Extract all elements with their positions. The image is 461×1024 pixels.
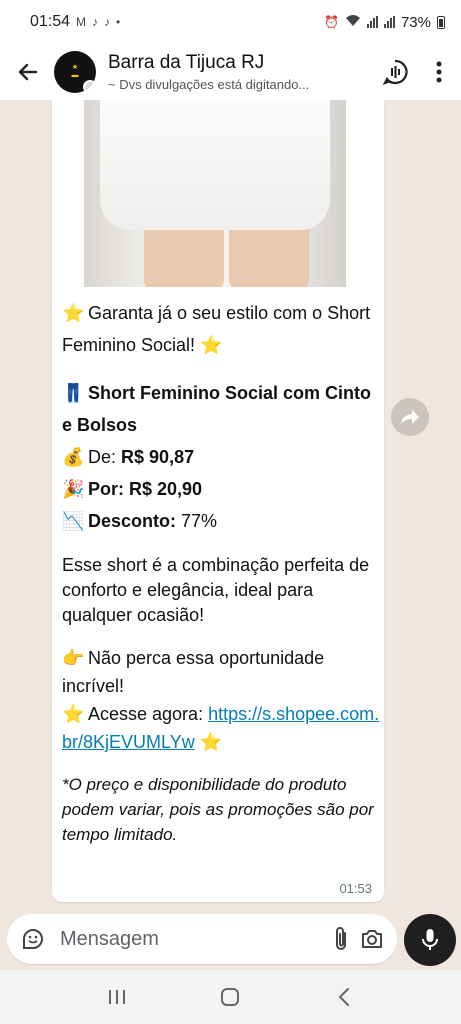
voice-message-button[interactable]	[404, 914, 456, 966]
battery-percent: 73%	[400, 13, 431, 31]
community-badge-icon	[83, 80, 96, 93]
recent-apps-button[interactable]	[97, 977, 137, 1017]
attach-button[interactable]	[325, 921, 356, 957]
message-bubble[interactable]: ⭐ Garanta já o seu estilo com o Short Fem…	[52, 100, 384, 902]
money-bag-icon: 💰	[62, 447, 85, 467]
header-info[interactable]: Barra da Tijuca RJ ~ Dvs divulgações est…	[108, 52, 373, 92]
jeans-icon: 👖	[62, 383, 85, 403]
alarm-icon: ⏰	[324, 15, 339, 29]
compose-bar	[0, 914, 461, 970]
message-text: ⭐ Garanta já o seu estilo com o Short Fem…	[62, 297, 380, 847]
message-input[interactable]	[60, 927, 325, 951]
typing-status: ~ Dvs divulgações está digitando...	[108, 77, 310, 92]
chat-title: Barra da Tijuca RJ	[108, 52, 265, 73]
voice-chat-button[interactable]	[373, 44, 417, 100]
discount-label: Desconto:	[88, 511, 177, 531]
price-from-label: De:	[88, 447, 117, 467]
dot-icon: •	[116, 15, 121, 29]
product-name: Short Feminino Social com Cinto e Bolsos	[62, 383, 372, 435]
home-button[interactable]	[210, 977, 250, 1017]
chat-header: ★ ▬ Barra da Tijuca RJ ~ Dvs divulgações …	[0, 44, 461, 100]
arrow-left-icon	[18, 63, 38, 81]
message-description: Esse short é a combinação perfeita de co…	[62, 555, 370, 625]
product-image[interactable]	[84, 100, 346, 287]
signal-icon-2	[383, 16, 395, 28]
access-label: Acesse agora:	[88, 704, 204, 724]
recent-apps-icon	[108, 990, 125, 1004]
avatar-logo: ★ ▬	[71, 64, 79, 79]
camera-button[interactable]	[356, 921, 387, 957]
wifi-icon	[345, 14, 361, 31]
discount-value: 77%	[181, 511, 218, 531]
message-cta: Não perca essa oportunidade incrível!	[62, 648, 325, 696]
shorts-graphic	[100, 100, 330, 230]
forward-icon	[401, 410, 419, 424]
status-time: 01:54	[30, 13, 71, 30]
tiktok-icon: ♪	[104, 15, 111, 29]
gmail-icon: M	[76, 15, 87, 29]
tiktok-icon: ♪	[92, 15, 99, 29]
price-from-value: R$ 90,87	[121, 447, 195, 467]
sticker-button[interactable]	[17, 921, 48, 957]
signal-icon	[366, 16, 378, 28]
price-to: Por: R$ 20,90	[88, 479, 203, 499]
party-popper-icon: 🎉	[62, 479, 85, 499]
sticker-icon	[22, 929, 43, 949]
star-icon: ⭐	[200, 335, 223, 355]
battery-icon	[437, 15, 445, 29]
voice-chat-icon	[382, 59, 408, 85]
group-avatar[interactable]: ★ ▬	[54, 51, 96, 93]
message-input-box[interactable]	[7, 914, 397, 964]
star-icon: ⭐	[62, 303, 85, 323]
more-options-button[interactable]	[417, 44, 461, 100]
more-vert-icon	[436, 61, 442, 83]
message-disclaimer: *O preço e disponibilidade do produto po…	[62, 775, 374, 844]
chat-area[interactable]: ⭐ Garanta já o seu estilo com o Short Fem…	[0, 100, 461, 914]
leg-right	[229, 220, 309, 287]
star-icon: ⭐	[199, 732, 223, 752]
chart-down-icon: 📉	[62, 511, 85, 531]
system-nav-bar	[0, 970, 461, 1024]
back-nav-button[interactable]	[324, 977, 364, 1017]
microphone-icon	[422, 929, 438, 950]
paperclip-icon	[335, 927, 346, 950]
star-icon: ⭐	[62, 704, 85, 724]
camera-icon	[361, 930, 382, 948]
chevron-left-icon	[338, 988, 350, 1006]
message-time: 01:53	[339, 881, 372, 896]
forward-button[interactable]	[391, 398, 429, 436]
leg-left	[144, 220, 224, 287]
home-icon	[221, 988, 240, 1006]
status-bar: 01:54 M ♪ ♪ • ⏰ 73%	[0, 0, 461, 44]
back-button[interactable]	[0, 44, 54, 100]
pointing-hand-icon: 👉	[62, 648, 85, 668]
